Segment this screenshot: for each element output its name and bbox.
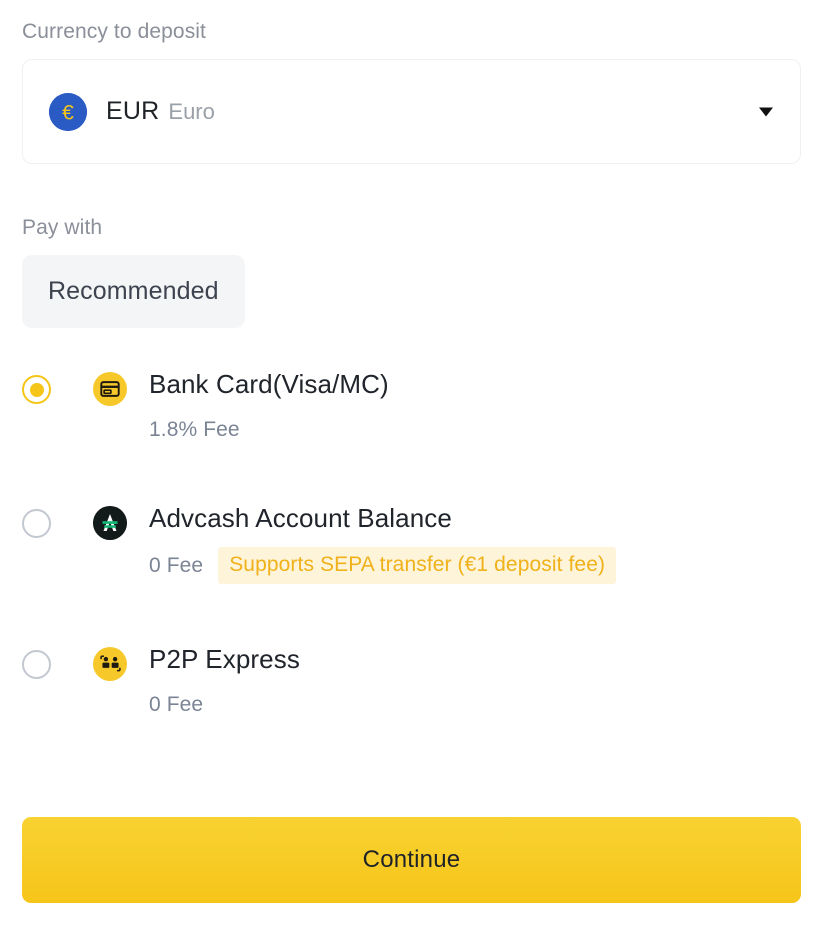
- p2p-title: P2P Express: [149, 644, 300, 674]
- tab-recommended[interactable]: Recommended: [22, 255, 245, 328]
- bank-card-title: Bank Card(Visa/MC): [149, 369, 389, 399]
- continue-button[interactable]: Continue: [22, 817, 801, 903]
- currency-name: Euro: [168, 98, 215, 124]
- payment-method-advcash[interactable]: Advcash Account Balance 0 Fee Supports S…: [22, 500, 801, 596]
- p2p-subrow: 0 Fee: [149, 688, 300, 722]
- advcash-subrow: 0 Fee Supports SEPA transfer (€1 deposit…: [149, 547, 617, 584]
- sepa-badge: Supports SEPA transfer (€1 deposit fee): [218, 547, 617, 584]
- currency-select[interactable]: € EUR Euro: [22, 59, 801, 164]
- payment-method-bank-card[interactable]: Bank Card(Visa/MC) 1.8% Fee: [22, 366, 801, 462]
- radio-bank-card[interactable]: [22, 375, 51, 404]
- advcash-fee: 0 Fee: [149, 553, 204, 577]
- eur-coin-icon: €: [49, 92, 87, 131]
- advcash-title: Advcash Account Balance: [149, 503, 452, 533]
- radio-advcash[interactable]: [22, 509, 51, 538]
- deposit-payment-page: Currency to deposit € EUR Euro Pay with …: [0, 0, 823, 927]
- payment-method-list: Bank Card(Visa/MC) 1.8% Fee Advcash Acco…: [22, 366, 801, 737]
- credit-card-icon: [93, 372, 127, 406]
- p2p-fee: 0 Fee: [149, 693, 204, 716]
- svg-text:€: €: [62, 101, 74, 124]
- bank-card-subrow: 1.8% Fee: [149, 413, 389, 447]
- paywith-section-label: Pay with: [22, 216, 103, 239]
- currency-section-label: Currency to deposit: [22, 20, 206, 43]
- radio-p2p-express[interactable]: [22, 650, 51, 679]
- bank-card-details: Bank Card(Visa/MC) 1.8% Fee: [149, 366, 389, 447]
- bank-card-fee: 1.8% Fee: [149, 418, 240, 441]
- p2p-people-icon: [93, 647, 127, 681]
- advcash-logo-icon: [93, 506, 127, 540]
- advcash-details: Advcash Account Balance 0 Fee Supports S…: [149, 500, 617, 584]
- chevron-down-icon[interactable]: [759, 107, 773, 116]
- paywith-tabs: Recommended: [22, 255, 801, 328]
- currency-code: EUR: [106, 97, 160, 125]
- payment-method-p2p-express[interactable]: P2P Express 0 Fee: [22, 641, 801, 737]
- p2p-details: P2P Express 0 Fee: [149, 641, 300, 722]
